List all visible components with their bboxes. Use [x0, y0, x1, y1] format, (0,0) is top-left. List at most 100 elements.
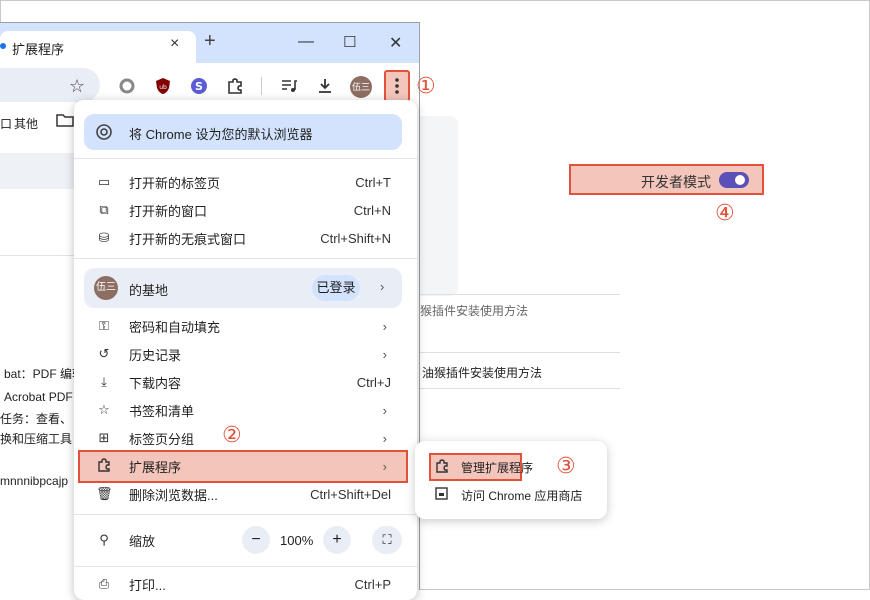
bookmark-other[interactable]: 其他: [14, 115, 38, 132]
new-tab-label: 打开新的标签页: [129, 175, 221, 191]
step-2-marker: ②: [222, 422, 242, 447]
avatar[interactable]: 伍三: [350, 76, 372, 98]
menu-separator: [74, 158, 417, 159]
zoom-value: 100%: [280, 533, 314, 548]
puzzle-icon: [96, 457, 112, 475]
tab-extensions[interactable]: 扩展程序 ×: [0, 31, 196, 63]
bookmarks-label: 书签和清单: [129, 403, 195, 419]
manage-extensions-item[interactable]: 管理扩展程序: [461, 459, 533, 476]
profile-name: 的基地: [129, 283, 169, 298]
bookmark-star-icon[interactable]: ☆: [66, 75, 88, 97]
profile-item[interactable]: 伍三 的基地 已登录 ›: [84, 268, 402, 308]
menu-bookmarks[interactable]: ☆ 书签和清单 ›: [74, 396, 417, 424]
menu-extensions[interactable]: 扩展程序 ›: [74, 452, 417, 480]
puzzle-icon[interactable]: [224, 75, 246, 97]
zoom-icon: ⚲: [99, 532, 109, 547]
menu-separator: [74, 514, 417, 515]
extensions-submenu: 管理扩展程序 访问 Chrome 应用商店: [415, 441, 607, 519]
maximize-button[interactable]: ☐: [343, 33, 356, 51]
close-window-button[interactable]: ✕: [389, 33, 402, 53]
s-extension-icon[interactable]: S: [188, 75, 210, 97]
signed-in-badge: 已登录: [312, 275, 360, 301]
left-text-4: 换和压缩工具: [0, 432, 73, 446]
download-icon: ⤓: [101, 374, 107, 389]
page-text-1: 猴插件安装使用方法: [420, 304, 529, 318]
new-tab-icon: ▭: [97, 174, 111, 189]
step-3-marker: ③: [556, 453, 576, 478]
minimize-button[interactable]: —: [298, 33, 314, 51]
set-default-browser-item[interactable]: 将 Chrome 设为您的默认浏览器: [84, 114, 402, 150]
left-text-5: mnnnibpcajp: [0, 474, 69, 488]
menu-incognito[interactable]: ⛁ 打开新的无痕式窗口 Ctrl+Shift+N: [74, 224, 417, 252]
extensions-label: 扩展程序: [129, 459, 182, 475]
zoom-in-button[interactable]: +: [323, 526, 351, 554]
divider: [420, 352, 620, 353]
incognito-icon: ⛁: [98, 230, 110, 245]
history-label: 历史记录: [129, 347, 182, 363]
bookmark-folder-icon: 口: [0, 117, 13, 131]
webstore-item[interactable]: 访问 Chrome 应用商店: [461, 487, 582, 504]
step-1-marker: ①: [416, 73, 436, 98]
profile-avatar: 伍三: [94, 276, 118, 300]
extension-circle-icon[interactable]: [116, 75, 138, 97]
trash-icon: 🗑: [96, 486, 113, 501]
downloads-label: 下载内容: [129, 375, 182, 391]
tab-close-icon[interactable]: ×: [170, 35, 179, 53]
chevron-right-icon: ›: [382, 402, 387, 418]
menu-print[interactable]: ⎙ 打印... Ctrl+P: [74, 570, 417, 598]
divider: [0, 255, 80, 256]
tab-favicon-icon: [0, 43, 6, 49]
ublock-icon[interactable]: ub: [152, 75, 174, 97]
menu-separator: [74, 566, 417, 567]
menu-passwords[interactable]: ⚿ 密码和自动填充 ›: [74, 312, 417, 340]
new-tab-shortcut: Ctrl+T: [355, 174, 391, 190]
chrome-icon: [96, 124, 112, 143]
chevron-right-icon: ›: [382, 318, 387, 334]
media-playlist-icon[interactable]: [278, 75, 300, 97]
clear-data-label: 删除浏览数据...: [129, 487, 218, 503]
kebab-menu-icon: [395, 78, 399, 94]
downloads-shortcut: Ctrl+J: [356, 374, 391, 390]
toolbar-divider: [261, 77, 262, 95]
left-selected-row: [0, 153, 80, 189]
menu-clear-data[interactable]: 🗑 删除浏览数据... Ctrl+Shift+Del: [74, 480, 417, 508]
toggle-knob: [735, 175, 745, 185]
menu-downloads[interactable]: ⤓ 下载内容 Ctrl+J: [74, 368, 417, 396]
set-default-label: 将 Chrome 设为您的默认浏览器: [129, 127, 313, 142]
developer-mode-label: 开发者模式: [641, 174, 711, 190]
key-icon: ⚿: [99, 318, 109, 333]
new-window-shortcut: Ctrl+N: [353, 202, 391, 218]
menu-history[interactable]: ↺ 历史记录 ›: [74, 340, 417, 368]
print-shortcut: Ctrl+P: [354, 576, 391, 592]
developer-mode-highlight[interactable]: 开发者模式: [569, 164, 764, 195]
new-tab-button[interactable]: +: [204, 31, 216, 51]
grid-icon: ⊞: [98, 430, 110, 445]
left-text-1: bat：PDF 编辑: [4, 367, 85, 381]
left-text-2: Acrobat PDF: [4, 390, 73, 404]
clear-data-shortcut: Ctrl+Shift+Del: [310, 486, 391, 502]
step-4-marker: ④: [715, 200, 735, 225]
zoom-out-button[interactable]: −: [242, 526, 270, 554]
passwords-label: 密码和自动填充: [129, 319, 221, 335]
chevron-right-icon: ›: [382, 458, 387, 474]
puzzle-icon: [435, 459, 449, 476]
folder-icon[interactable]: [56, 113, 74, 130]
incognito-shortcut: Ctrl+Shift+N: [320, 230, 391, 246]
history-icon: ↺: [98, 346, 110, 361]
svg-text:ub: ub: [159, 84, 167, 91]
new-window-label: 打开新的窗口: [129, 203, 208, 219]
zoom-label: 缩放: [129, 533, 156, 549]
page-text-2: 油猴插件安装使用方法: [422, 366, 543, 380]
new-window-icon: ⧉: [99, 202, 109, 217]
incognito-label: 打开新的无痕式窗口: [129, 231, 247, 247]
developer-mode-toggle[interactable]: [719, 172, 749, 188]
download-icon[interactable]: [314, 75, 336, 97]
menu-tab-groups[interactable]: ⊞ 标签页分组 ›: [74, 424, 417, 452]
menu-new-tab[interactable]: ▭ 打开新的标签页 Ctrl+T: [74, 168, 417, 196]
chrome-menu-button[interactable]: [384, 70, 410, 102]
fullscreen-icon[interactable]: ⛶: [372, 526, 402, 554]
tab-title: 扩展程序: [12, 42, 65, 57]
tab-groups-label: 标签页分组: [129, 431, 195, 447]
chevron-right-icon: ›: [382, 346, 387, 362]
menu-new-window[interactable]: ⧉ 打开新的窗口 Ctrl+N: [74, 196, 417, 224]
